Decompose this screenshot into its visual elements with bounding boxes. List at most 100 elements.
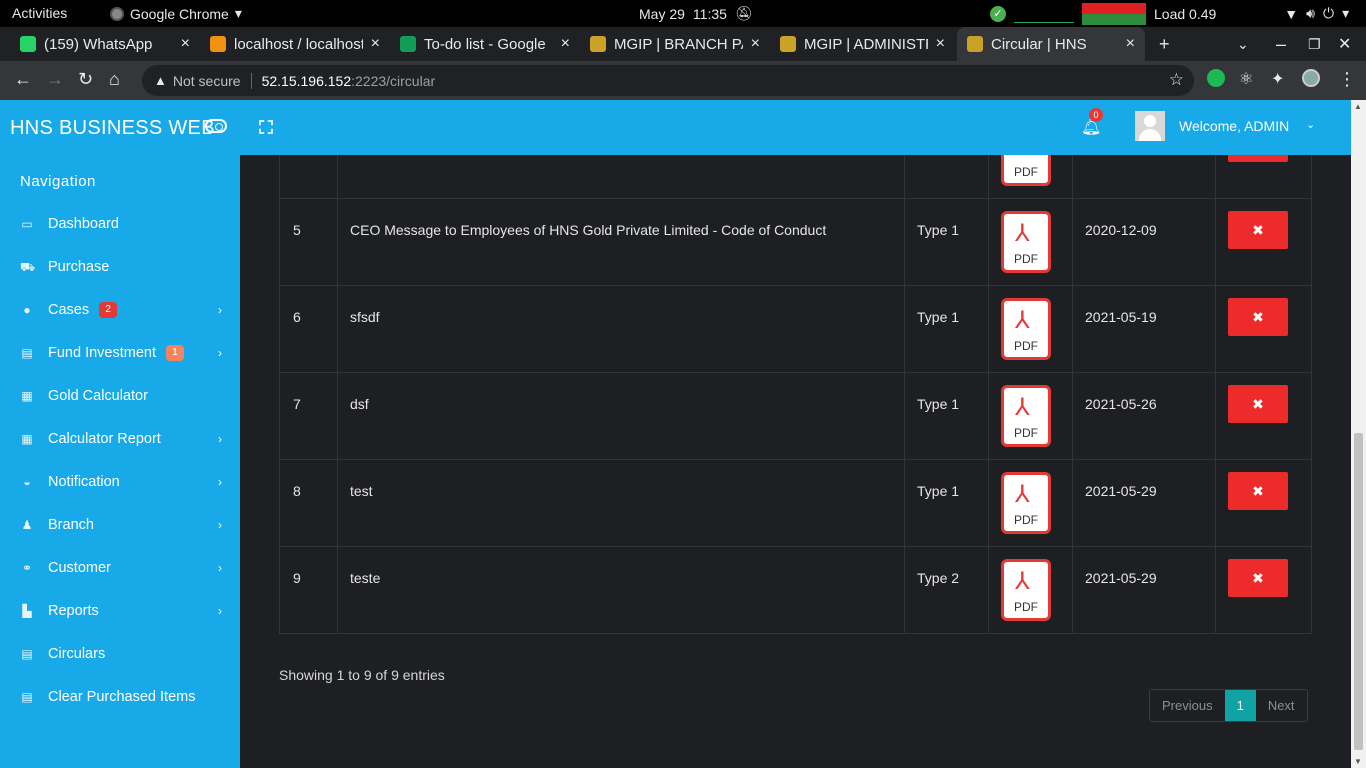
row-number: 4 [279,155,338,199]
network-icon: ⚭ [21,560,33,575]
sidebar-item-reports[interactable]: ▙ Reports › [0,589,240,632]
pdf-icon[interactable]: ⅄ PDF [1001,211,1051,273]
sidebar-item-calculator-report[interactable]: ▦ Calculator Report › [0,417,240,460]
pdf-cell: ⅄ PDF [988,198,1073,286]
pdf-cell: ⅄ PDF [988,546,1073,634]
fullscreen-icon[interactable] [259,120,273,134]
sidebar-item-cases[interactable]: ● Cases 2 › [0,288,240,331]
chevron-right-icon: › [218,603,222,618]
mgip-icon [590,36,606,52]
sidebar-item-gold-calculator[interactable]: ▦ Gold Calculator [0,374,240,417]
tab-mgip-admin[interactable]: MGIP | ADMINISTR × [770,27,955,61]
profile-avatar[interactable] [1302,69,1320,87]
acrobat-glyph: ⅄ [1015,155,1030,159]
forward-icon[interactable]: → [46,69,64,90]
wifi-icon[interactable]: ▼ [1284,6,1298,22]
chevron-down-icon[interactable]: ⌄ [1306,118,1315,131]
extension-icon[interactable] [1207,69,1225,87]
pdf-cell: ⅄ PDF [988,372,1073,460]
next-button[interactable]: Next [1256,690,1307,721]
shield-icon[interactable]: ✓ [990,5,1006,22]
sidebar-item-notification[interactable]: ◒ Notification › [0,460,240,503]
bookmark-star-icon[interactable]: ☆ [1169,70,1184,90]
reload-icon[interactable]: ↻ [78,69,93,90]
volume-icon[interactable]: 🔊︎ [1306,5,1315,22]
sidebar-item-customer[interactable]: ⚭ Customer › [0,546,240,589]
pdf-icon[interactable]: ⅄ PDF [1001,472,1051,534]
home-icon[interactable]: ⌂ [109,69,120,90]
new-tab-button[interactable]: + [1159,27,1170,61]
tab-localhost[interactable]: localhost / localhost × [200,27,390,61]
puzzle-icon[interactable]: ✦ [1271,69,1284,89]
chevron-down-icon[interactable]: ▾ [1342,5,1349,22]
toolbar: ← → ↻ ⌂ ▲ Not secure 52.15.196.152 :2223… [0,61,1366,100]
sidebar-item-dashboard[interactable]: ▭ Dashboard [0,202,240,245]
tab-mgip-branch[interactable]: MGIP | BRANCH PA × [580,27,770,61]
delete-cell: ✖ [1215,546,1312,634]
pdf-icon[interactable]: ⅄ PDF [1001,385,1051,447]
whatsapp-icon [20,36,36,52]
sidebar-item-label: Clear Purchased Items [48,688,196,705]
circular-type: Type 1 [904,285,989,373]
sidebar-item-circulars[interactable]: ▤ Circulars [0,632,240,675]
system-top-bar: Activities Google Chrome ▾ May 29 11:35 … [0,0,1366,27]
circular-date: 2021-05-29 [1072,459,1216,547]
previous-button[interactable]: Previous [1150,690,1225,721]
maximize-button[interactable]: ❐ [1308,27,1321,61]
menu-icon[interactable]: ⋮ [1338,69,1356,90]
calculator-icon: ▦ [21,431,33,446]
scroll-up-icon[interactable]: ▲ [1354,102,1362,111]
close-icon[interactable]: × [181,35,190,53]
page-1-button[interactable]: 1 [1224,690,1256,721]
delete-button[interactable]: ✖ [1228,472,1288,510]
tab-search-icon[interactable]: ⌄ [1237,27,1249,61]
tab-todo[interactable]: To-do list - Google × [390,27,580,61]
tab-circular[interactable]: Circular | HNS × [957,27,1145,61]
avatar[interactable] [1135,111,1165,141]
tab-whatsapp[interactable]: (159) WhatsApp × [10,27,200,61]
circular-type: Type 1 [904,198,989,286]
scrollbar-thumb[interactable] [1354,433,1363,750]
power-icon[interactable]: ⏻ [1323,5,1334,22]
close-icon[interactable]: × [371,35,380,53]
sidebar-item-branch[interactable]: ♟ Branch › [0,503,240,546]
back-icon[interactable]: ← [14,69,32,90]
close-icon[interactable]: × [561,35,570,53]
close-icon[interactable]: × [1126,35,1135,53]
close-icon[interactable]: × [751,35,760,53]
pdf-icon[interactable]: ⅄ PDF [1001,559,1051,621]
delete-button[interactable]: ✖ [1228,155,1288,162]
delete-button[interactable]: ✖ [1228,559,1288,597]
sidebar-item-label: Calculator Report [48,430,161,447]
url-host: 52.15.196.152 [261,72,352,89]
sidebar-item-fund-investment[interactable]: ▤ Fund Investment 1 › [0,331,240,374]
scroll-down-icon[interactable]: ▼ [1354,757,1362,766]
app-menu[interactable]: Google Chrome ▾ [110,5,242,22]
sidebar-item-purchase[interactable]: ⛟ Purchase [0,245,240,288]
pagination: Previous 1 Next [1149,689,1308,722]
clock[interactable]: May 29 11:35 🔕︎ [639,5,753,22]
sidebar-item-clear-purchased-items[interactable]: ▤ Clear Purchased Items [0,675,240,718]
acrobat-glyph: ⅄ [1015,481,1030,508]
brand-title[interactable]: HNS BUSINESS WEB [10,117,215,140]
delete-button[interactable]: ✖ [1228,211,1288,249]
window-close-button[interactable]: ✕ [1338,27,1351,61]
phpmyadmin-icon [210,36,226,52]
tab-title: MGIP | BRANCH PA [614,35,743,53]
sheets-icon [400,36,416,52]
react-devtools-icon[interactable]: ⚛ [1239,69,1253,89]
user-menu[interactable]: Welcome, ADMIN [1179,118,1289,134]
close-icon[interactable]: × [936,35,945,53]
address-bar[interactable]: ▲ Not secure 52.15.196.152 :2223/circula… [142,65,1194,96]
bar-chart-icon: ▙ [22,603,32,618]
file-icon: ▤ [21,689,33,704]
activities-button[interactable]: Activities [12,5,67,21]
pdf-icon[interactable]: ⅄ PDF [1001,298,1051,360]
sidebar-toggle-icon[interactable] [205,119,227,133]
scrollbar[interactable]: ▲ ▼ [1351,100,1366,768]
chevron-right-icon: › [218,474,222,489]
delete-button[interactable]: ✖ [1228,298,1288,336]
minimize-button[interactable]: – [1276,27,1286,61]
pdf-icon[interactable]: ⅄ PDF [1001,155,1051,186]
delete-button[interactable]: ✖ [1228,385,1288,423]
